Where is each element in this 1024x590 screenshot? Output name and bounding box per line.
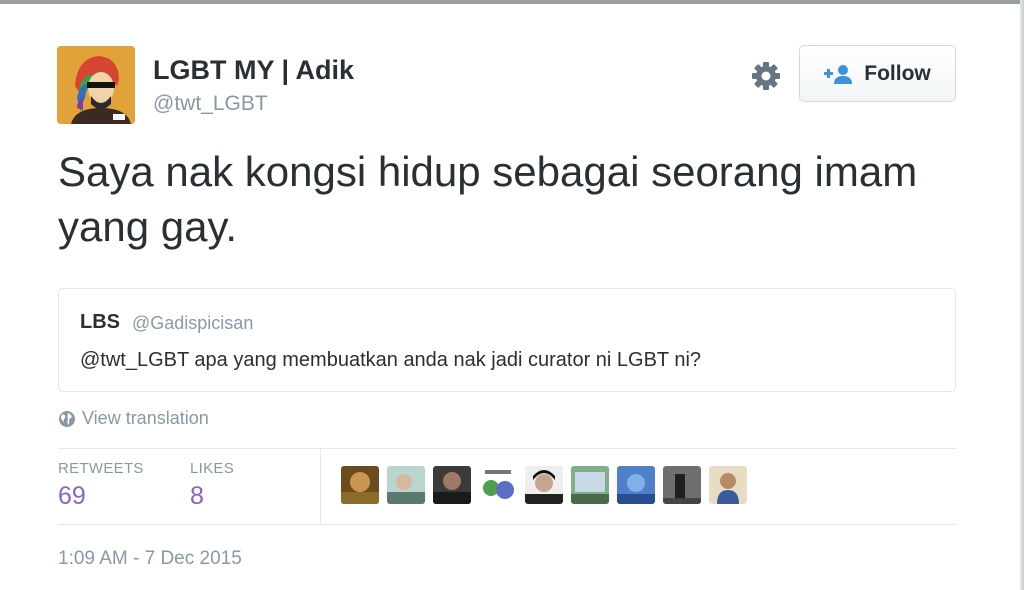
follow-button[interactable]: Follow [799,45,956,102]
window-right-border [1020,0,1024,590]
retweets-count[interactable]: 69 [58,482,86,511]
liker-avatar[interactable] [433,466,471,504]
author-handle[interactable]: @twt_LGBT [153,92,268,116]
liker-avatar[interactable] [663,466,701,504]
stats-bottom-divider [58,524,956,525]
likes-label[interactable]: LIKES [190,460,234,477]
view-translation-link[interactable]: View translation [58,408,209,429]
tweet-timestamp[interactable]: 1:09 AM - 7 Dec 2015 [58,548,242,570]
retweets-label[interactable]: RETWEETS [58,460,144,477]
stats-top-divider [58,448,956,449]
globe-icon [59,410,75,427]
view-translation-label: View translation [82,408,209,428]
gear-icon[interactable] [748,58,784,94]
likes-count[interactable]: 8 [190,482,204,511]
tweet-text: Saya nak kongsi hidup sebagai seorang im… [58,148,918,250]
liker-avatar[interactable] [479,466,517,504]
quoted-author-name: LBS [80,311,120,333]
quoted-author-handle: @Gadispicisan [132,313,254,333]
quoted-tweet[interactable]: LBS @Gadispicisan @twt_LGBT apa yang mem… [58,288,956,392]
follow-button-label: Follow [864,61,931,85]
liker-avatar[interactable] [617,466,655,504]
stats-vertical-divider [320,448,321,524]
avatar-image [57,46,135,124]
liker-avatar[interactable] [341,466,379,504]
liker-avatar[interactable] [571,466,609,504]
liker-avatar[interactable] [709,466,747,504]
liker-avatar[interactable] [387,466,425,504]
liker-avatar[interactable] [525,466,563,504]
quoted-tweet-text: @twt_LGBT apa yang membuatkan anda nak j… [80,349,702,371]
liker-avatars [341,466,747,504]
author-name[interactable]: LGBT MY | Adik [153,55,354,86]
author-avatar[interactable] [57,46,135,124]
add-user-icon [824,64,853,84]
